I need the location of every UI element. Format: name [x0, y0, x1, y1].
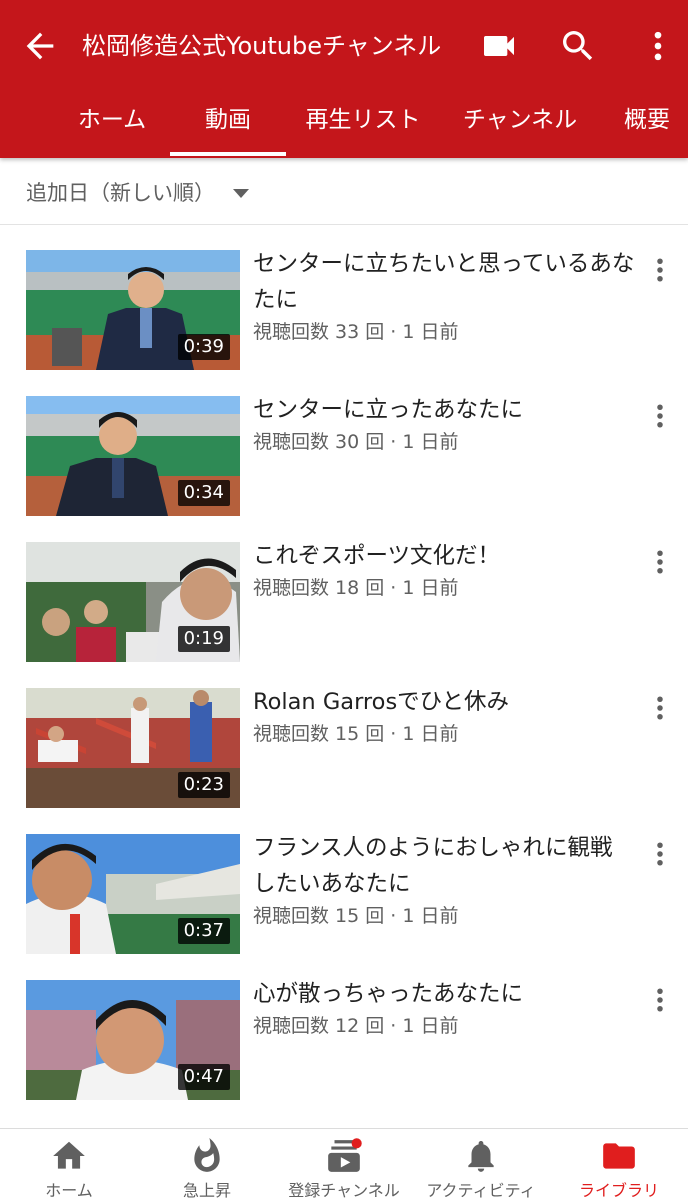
back-button[interactable]: [20, 26, 60, 66]
tab-videos[interactable]: 動画: [170, 92, 286, 158]
search-button[interactable]: [556, 24, 600, 68]
video-title[interactable]: 心が散っちゃったあなたに: [253, 976, 635, 1012]
tab-channels[interactable]: チャンネル: [452, 92, 588, 158]
more-vert-icon: [657, 696, 663, 720]
nav-library[interactable]: ライブラリ: [550, 1129, 688, 1201]
bell-icon: [468, 1140, 494, 1172]
home-icon: [53, 1141, 85, 1169]
search-icon: [563, 31, 593, 61]
video-duration: 0:19: [177, 626, 230, 652]
video-more-button[interactable]: [646, 252, 674, 288]
video-duration: 0:39: [177, 334, 230, 360]
nav-subscriptions[interactable]: 登録チャンネル: [276, 1129, 412, 1201]
video-meta: 視聴回数 12 回 · 1 日前: [253, 1015, 459, 1037]
bottom-navigation: ホーム 急上昇 登録チャンネル アクティビティ ライブラリ: [0, 1128, 688, 1201]
more-vert-icon: [657, 550, 663, 574]
nav-home[interactable]: ホーム: [0, 1129, 138, 1201]
video-thumbnail[interactable]: 0:19: [26, 542, 240, 662]
video-more-button[interactable]: [646, 982, 674, 1018]
toolbar: 松岡修造公式Youtubeチャンネル: [0, 0, 688, 92]
nav-trending[interactable]: 急上昇: [138, 1129, 276, 1201]
more-vert-icon: [654, 31, 662, 61]
video-title[interactable]: センターに立ちたいと思っているあなたに: [253, 246, 635, 318]
video-more-button[interactable]: [646, 398, 674, 434]
tab-playlists[interactable]: 再生リスト: [296, 92, 430, 158]
more-vert-icon: [657, 258, 663, 282]
video-meta: 視聴回数 18 回 · 1 日前: [253, 577, 459, 599]
nav-activity[interactable]: アクティビティ: [412, 1129, 550, 1201]
more-vert-icon: [657, 988, 663, 1012]
more-options-button[interactable]: [636, 24, 680, 68]
video-thumbnail[interactable]: 0:47: [26, 980, 240, 1100]
sort-bar: 追加日（新しい順）: [0, 158, 688, 225]
trending-fire-icon: [194, 1138, 220, 1172]
video-more-button[interactable]: [646, 836, 674, 872]
video-more-button[interactable]: [646, 544, 674, 580]
more-vert-icon: [657, 404, 663, 428]
nav-label: アクティビティ: [426, 1181, 536, 1200]
video-meta: 視聴回数 15 回 · 1 日前: [253, 723, 459, 745]
app-bar: 松岡修造公式Youtubeチャンネル ホーム 動画 再生リスト チャンネル 概要: [0, 0, 688, 158]
upload-video-button[interactable]: [477, 24, 521, 68]
video-title[interactable]: Rolan Garrosでひと休み: [253, 684, 635, 720]
tab-about[interactable]: 概要: [624, 92, 688, 158]
video-more-button[interactable]: [646, 690, 674, 726]
video-meta: 視聴回数 15 回 · 1 日前: [253, 905, 459, 927]
more-vert-icon: [657, 842, 663, 866]
video-item[interactable]: 0:37 フランス人のようにおしゃれに観戦したいあなたに 視聴回数 15 回 ·…: [0, 808, 688, 954]
nav-label: 登録チャンネル: [288, 1181, 400, 1200]
sort-label: 追加日（新しい順）: [26, 181, 215, 205]
channel-tabs: ホーム 動画 再生リスト チャンネル 概要: [0, 92, 688, 158]
arrow-back-icon: [26, 32, 54, 60]
dropdown-arrow-icon: [233, 188, 249, 198]
video-meta: 視聴回数 33 回 · 1 日前: [253, 321, 459, 343]
sort-dropdown[interactable]: 追加日（新しい順）: [26, 172, 249, 212]
video-thumbnail[interactable]: 0:39: [26, 250, 240, 370]
video-thumbnail[interactable]: 0:23: [26, 688, 240, 808]
video-duration: 0:34: [177, 480, 230, 506]
videocam-icon: [484, 36, 514, 56]
video-thumbnail[interactable]: 0:37: [26, 834, 240, 954]
nav-label: ライブラリ: [578, 1181, 659, 1200]
video-title[interactable]: フランス人のようにおしゃれに観戦したいあなたに: [253, 830, 635, 902]
video-title[interactable]: センターに立ったあなたに: [253, 392, 635, 428]
subscriptions-icon: [328, 1138, 362, 1172]
folder-icon: [603, 1143, 635, 1169]
video-duration: 0:37: [177, 918, 230, 944]
video-item[interactable]: 0:39 センターに立ちたいと思っているあなたに 視聴回数 33 回 · 1 日…: [0, 224, 688, 370]
video-item[interactable]: 0:34 センターに立ったあなたに 視聴回数 30 回 · 1 日前: [0, 370, 688, 516]
tab-home[interactable]: ホーム: [58, 92, 166, 158]
video-duration: 0:47: [177, 1064, 230, 1090]
video-thumbnail[interactable]: 0:34: [26, 396, 240, 516]
channel-title: 松岡修造公式Youtubeチャンネル: [82, 32, 442, 60]
video-duration: 0:23: [177, 772, 230, 798]
video-item[interactable]: 0:23 Rolan Garrosでひと休み 視聴回数 15 回 · 1 日前: [0, 662, 688, 808]
nav-label: 急上昇: [182, 1181, 231, 1200]
nav-label: ホーム: [45, 1181, 93, 1200]
video-item[interactable]: 0:19 これぞスポーツ文化だ！ 視聴回数 18 回 · 1 日前: [0, 516, 688, 662]
video-title[interactable]: これぞスポーツ文化だ！: [253, 538, 635, 574]
video-item[interactable]: 0:47 心が散っちゃったあなたに 視聴回数 12 回 · 1 日前: [0, 954, 688, 1100]
video-meta: 視聴回数 30 回 · 1 日前: [253, 431, 459, 453]
